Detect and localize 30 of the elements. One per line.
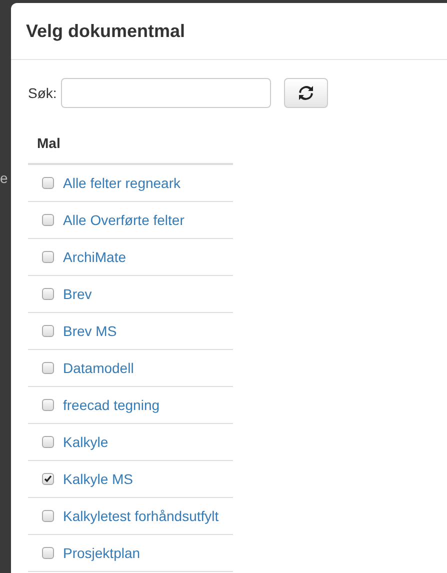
refresh-button[interactable] xyxy=(284,78,328,108)
checkbox[interactable] xyxy=(42,547,54,559)
template-link[interactable]: Datamodell xyxy=(63,358,134,378)
column-header: Mal xyxy=(37,134,60,152)
refresh-icon xyxy=(298,86,314,100)
checkbox[interactable] xyxy=(42,473,54,485)
checkbox[interactable] xyxy=(42,436,54,448)
checkmark-icon xyxy=(44,475,52,483)
search-label: Søk: xyxy=(28,84,57,102)
checkbox[interactable] xyxy=(42,288,54,300)
template-link[interactable]: freecad tegning xyxy=(63,394,160,416)
template-link[interactable]: Brev xyxy=(63,284,92,304)
checkbox[interactable] xyxy=(42,325,54,337)
checkbox[interactable] xyxy=(42,362,54,374)
checkbox[interactable] xyxy=(42,214,54,226)
template-link[interactable]: ArchiMate xyxy=(63,246,126,268)
checkbox[interactable] xyxy=(42,177,54,189)
template-link[interactable]: Kalkyle MS xyxy=(63,468,134,490)
template-link[interactable]: Kalkyle xyxy=(63,432,108,452)
background-text: e xyxy=(0,169,9,188)
template-link[interactable]: Brev MS xyxy=(63,320,117,342)
checkbox[interactable] xyxy=(42,251,54,263)
template-link[interactable]: Kalkyletest forhåndsutfylt xyxy=(63,506,219,526)
checkbox[interactable] xyxy=(42,399,54,411)
template-link[interactable]: Prosjektplan xyxy=(63,542,140,564)
template-link[interactable]: Alle felter regneark xyxy=(63,172,181,194)
template-link[interactable]: Alle Overførte felter xyxy=(63,210,184,230)
search-field[interactable] xyxy=(60,78,271,108)
checkbox[interactable] xyxy=(42,510,54,522)
dialog-title: Velg dokumentmal xyxy=(26,20,186,43)
